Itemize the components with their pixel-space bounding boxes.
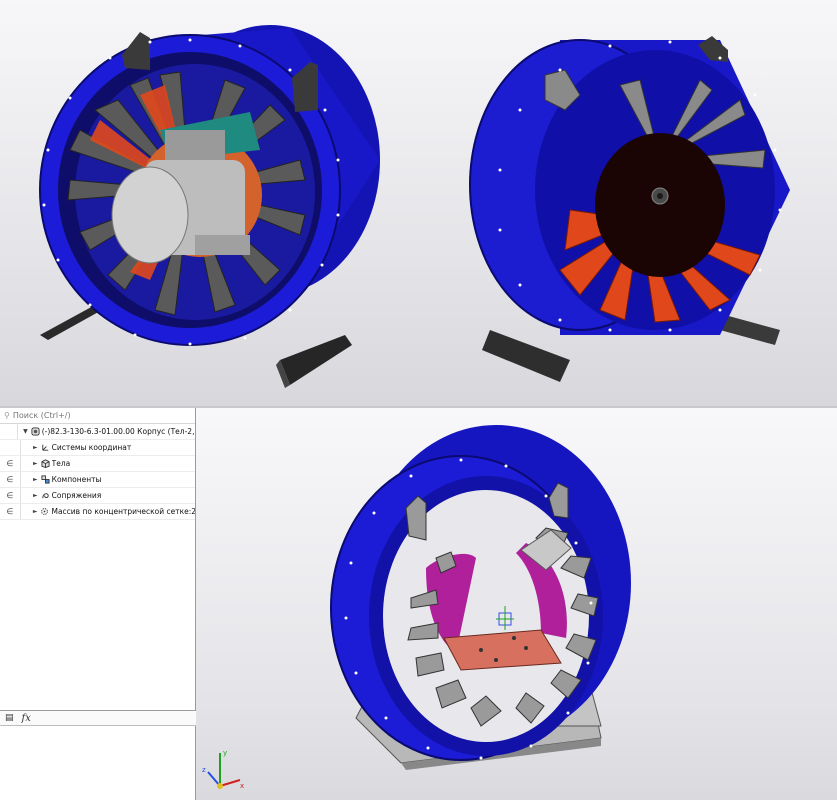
tree-item-components[interactable]: ∈ ► Компоненты bbox=[0, 472, 195, 488]
tree-item-label: Компоненты bbox=[51, 475, 102, 484]
axis-z-label: z bbox=[202, 766, 206, 774]
fan-renders-top bbox=[39, 25, 790, 388]
tree-item-label: Системы координат bbox=[51, 443, 132, 452]
tree-item-mates[interactable]: ∈ ► Сопряжения bbox=[0, 488, 195, 504]
collapse-arrow-icon[interactable]: ► bbox=[33, 476, 38, 483]
axis-triad: y x z bbox=[202, 749, 244, 790]
tree-item-circular-pattern[interactable]: ∈ ► Массив по концентрической сетке:2 bbox=[0, 504, 195, 520]
tree-item-label: Массив по концентрической сетке:2 bbox=[51, 507, 195, 516]
circular-pattern-icon bbox=[40, 507, 49, 516]
tree-item-root-assembly[interactable]: ▼ (-)82.3-130-6.3-01.00.00 Корпус (Тел-2… bbox=[0, 424, 195, 440]
axis-y-label: y bbox=[223, 749, 227, 757]
tree-bottom-toolbar: ▤ fx bbox=[0, 710, 200, 726]
variables-table-icon[interactable]: ▤ bbox=[5, 713, 14, 723]
tree-gutter bbox=[0, 440, 21, 455]
variables-area bbox=[0, 726, 195, 800]
assembly-icon bbox=[31, 427, 40, 436]
fx-button[interactable]: fx bbox=[22, 713, 31, 724]
collapse-arrow-icon[interactable]: ► bbox=[33, 460, 38, 467]
tree-gutter: ∈ bbox=[0, 472, 21, 487]
tree-item-label: Сопряжения bbox=[51, 491, 102, 500]
tree-search-input[interactable] bbox=[9, 411, 173, 420]
collapse-arrow-icon[interactable]: ► bbox=[33, 508, 38, 515]
collapse-arrow-icon[interactable]: ► bbox=[33, 444, 38, 451]
tree-gutter: ∈ bbox=[0, 488, 21, 503]
axis-x-label: x bbox=[240, 782, 244, 790]
tree-item-bodies[interactable]: ∈ ► Тела bbox=[0, 456, 195, 472]
tree-gutter: ∈ bbox=[0, 504, 21, 519]
components-icon bbox=[41, 475, 50, 484]
collapse-arrow-icon[interactable]: ► bbox=[33, 492, 38, 499]
left-fan-model bbox=[39, 25, 380, 388]
expand-arrow-icon[interactable]: ▼ bbox=[23, 428, 28, 435]
viewport-bottom[interactable]: y x z bbox=[196, 408, 837, 800]
bodies-icon bbox=[41, 459, 50, 468]
mates-icon bbox=[41, 491, 50, 500]
tree-item-label: (-)82.3-130-6.3-01.00.00 Корпус (Тел-2, … bbox=[41, 427, 195, 436]
viewport-top[interactable] bbox=[0, 0, 837, 408]
right-fan-model bbox=[469, 36, 790, 382]
tree-gutter bbox=[0, 424, 19, 439]
tree-item-label: Тела bbox=[51, 459, 71, 468]
tree-item-coordinate-systems[interactable]: ► Системы координат bbox=[0, 440, 195, 456]
coordinate-systems-icon bbox=[41, 443, 50, 452]
fan-housing-render: y x z bbox=[202, 425, 631, 790]
tree-gutter: ∈ bbox=[0, 456, 21, 471]
model-tree-panel: ⚲ ▼ (-)82.3-130-6.3-01.00.00 Корпус (Тел… bbox=[0, 408, 200, 800]
tree-search-row[interactable]: ⚲ bbox=[0, 408, 195, 424]
